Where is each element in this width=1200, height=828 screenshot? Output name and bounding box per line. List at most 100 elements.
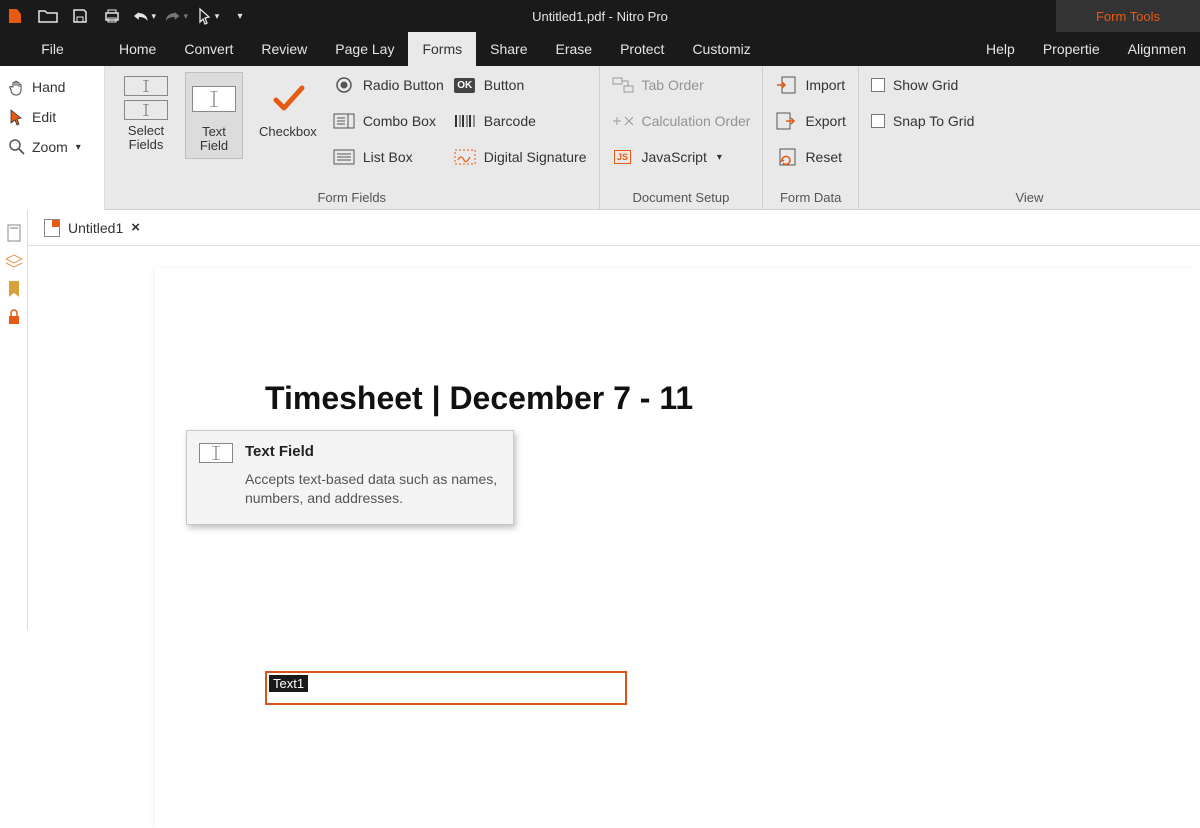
document-tab-label: Untitled1 [68, 220, 123, 236]
snap-to-grid-item[interactable]: Snap To Grid [871, 108, 974, 134]
list-box-icon [333, 147, 355, 167]
snap-to-grid-checkbox[interactable] [871, 114, 885, 128]
file-menu[interactable]: File [25, 37, 80, 61]
pages-panel-icon[interactable] [5, 224, 23, 242]
document-heading: Timesheet | December 7 - 11 [265, 380, 1195, 417]
radio-button-icon [333, 75, 355, 95]
form-text-field-name: Text1 [269, 675, 308, 692]
ribbon-group-form-data: Import Export Reset Form Data [763, 66, 858, 209]
group-label-form-fields: Form Fields [117, 186, 587, 207]
context-tab-form-tools[interactable]: Form Tools [1056, 0, 1200, 32]
export-icon [775, 111, 797, 131]
tab-forms[interactable]: Forms [408, 32, 476, 66]
group-label-form-data: Form Data [775, 186, 845, 207]
button-item[interactable]: OK Button [454, 72, 587, 98]
show-grid-item[interactable]: Show Grid [871, 72, 974, 98]
javascript-label: JavaScript [642, 149, 707, 165]
ribbon-group-view: Show Grid Snap To Grid View [859, 66, 1200, 209]
text-field-icon [192, 77, 236, 121]
chevron-down-icon: ▾ [717, 152, 722, 163]
text-field-button[interactable]: Text Field [185, 72, 243, 159]
ribbon-group-form-fields: Select Fields Text Field Checkbox [105, 66, 600, 209]
radio-button-label: Radio Button [363, 77, 444, 93]
select-fields-button[interactable]: Select Fields [117, 72, 175, 157]
ok-button-icon: OK [454, 75, 476, 95]
qat-customize-icon[interactable]: ▾ [228, 4, 252, 28]
zoom-label: Zoom [32, 139, 68, 155]
app-logo [0, 0, 30, 32]
snap-to-grid-label: Snap To Grid [893, 113, 974, 129]
digital-signature-label: Digital Signature [484, 149, 587, 165]
group-label-document-setup: Document Setup [612, 186, 751, 207]
reset-icon [775, 147, 797, 167]
javascript-item[interactable]: JS JavaScript ▾ [612, 144, 751, 170]
checkbox-button[interactable]: Checkbox [253, 72, 323, 143]
tab-convert[interactable]: Convert [170, 32, 247, 66]
reset-label: Reset [805, 149, 842, 165]
digital-signature-item[interactable]: Digital Signature [454, 144, 587, 170]
calculation-order-icon [612, 111, 634, 131]
layers-panel-icon[interactable] [5, 252, 23, 270]
import-icon [775, 75, 797, 95]
document-area: Untitled1 × Timesheet | December 7 - 11 … [0, 210, 1200, 630]
tab-review[interactable]: Review [247, 32, 321, 66]
hand-icon [8, 78, 26, 96]
cursor-select-icon[interactable]: ▾ [196, 4, 220, 28]
document-tab[interactable]: Untitled1 × [36, 215, 148, 241]
radio-button-item[interactable]: Radio Button [333, 72, 444, 98]
export-item[interactable]: Export [775, 108, 845, 134]
calculation-order-item: Calculation Order [612, 108, 751, 134]
signature-icon [454, 147, 476, 167]
tooltip: Text Field Accepts text-based data such … [186, 430, 514, 525]
tab-help[interactable]: Help [972, 32, 1029, 66]
form-text-field[interactable]: Text1 [265, 671, 627, 705]
edit-arrow-icon [8, 108, 26, 126]
calculation-order-label: Calculation Order [642, 113, 751, 129]
ribbon: Select Fields Text Field Checkbox [105, 66, 1200, 210]
checkbox-label: Checkbox [259, 124, 317, 139]
save-icon[interactable] [68, 4, 92, 28]
barcode-item[interactable]: Barcode [454, 108, 587, 134]
title-bar: ▾ ▾ ▾ ▾ Untitled1.pdf - Nitro Pro Form T… [0, 0, 1200, 32]
import-item[interactable]: Import [775, 72, 845, 98]
tooltip-title: Text Field [245, 443, 499, 460]
button-label: Button [484, 77, 524, 93]
edit-tool[interactable]: Edit [8, 102, 96, 132]
document-icon [44, 219, 60, 237]
tab-home[interactable]: Home [105, 32, 170, 66]
tab-page-layout[interactable]: Page Lay [321, 32, 408, 66]
barcode-icon [454, 111, 476, 131]
tab-protect[interactable]: Protect [606, 32, 678, 66]
import-label: Import [805, 77, 845, 93]
security-panel-icon[interactable] [5, 308, 23, 326]
tab-share[interactable]: Share [476, 32, 541, 66]
open-icon[interactable] [36, 4, 60, 28]
javascript-icon: JS [612, 147, 634, 167]
combo-box-label: Combo Box [363, 113, 436, 129]
document-tab-bar: Untitled1 × [28, 210, 1200, 246]
tooltip-body: Accepts text-based data such as names, n… [245, 470, 499, 508]
print-icon[interactable] [100, 4, 124, 28]
close-tab-icon[interactable]: × [131, 219, 140, 236]
text-field-icon [199, 443, 233, 463]
undo-icon[interactable]: ▾ [132, 4, 156, 28]
group-label-view: View [871, 186, 1188, 207]
reset-item[interactable]: Reset [775, 144, 845, 170]
redo-icon[interactable]: ▾ [164, 4, 188, 28]
menu-bar: File Home Convert Review Page Lay Forms … [0, 32, 1200, 66]
zoom-tool[interactable]: Zoom ▾ [8, 132, 96, 162]
tab-alignment[interactable]: Alignmen [1114, 32, 1200, 66]
hand-label: Hand [32, 79, 65, 95]
combo-box-item[interactable]: Combo Box [333, 108, 444, 134]
document-page[interactable]: Timesheet | December 7 - 11 [155, 268, 1195, 828]
tab-erase[interactable]: Erase [542, 32, 607, 66]
hand-tool[interactable]: Hand [8, 72, 96, 102]
show-grid-checkbox[interactable] [871, 78, 885, 92]
list-box-label: List Box [363, 149, 413, 165]
bookmarks-panel-icon[interactable] [5, 280, 23, 298]
show-grid-label: Show Grid [893, 77, 958, 93]
tab-properties[interactable]: Propertie [1029, 32, 1114, 66]
list-box-item[interactable]: List Box [333, 144, 444, 170]
tab-customize[interactable]: Customiz [678, 32, 764, 66]
tab-order-label: Tab Order [642, 77, 704, 93]
